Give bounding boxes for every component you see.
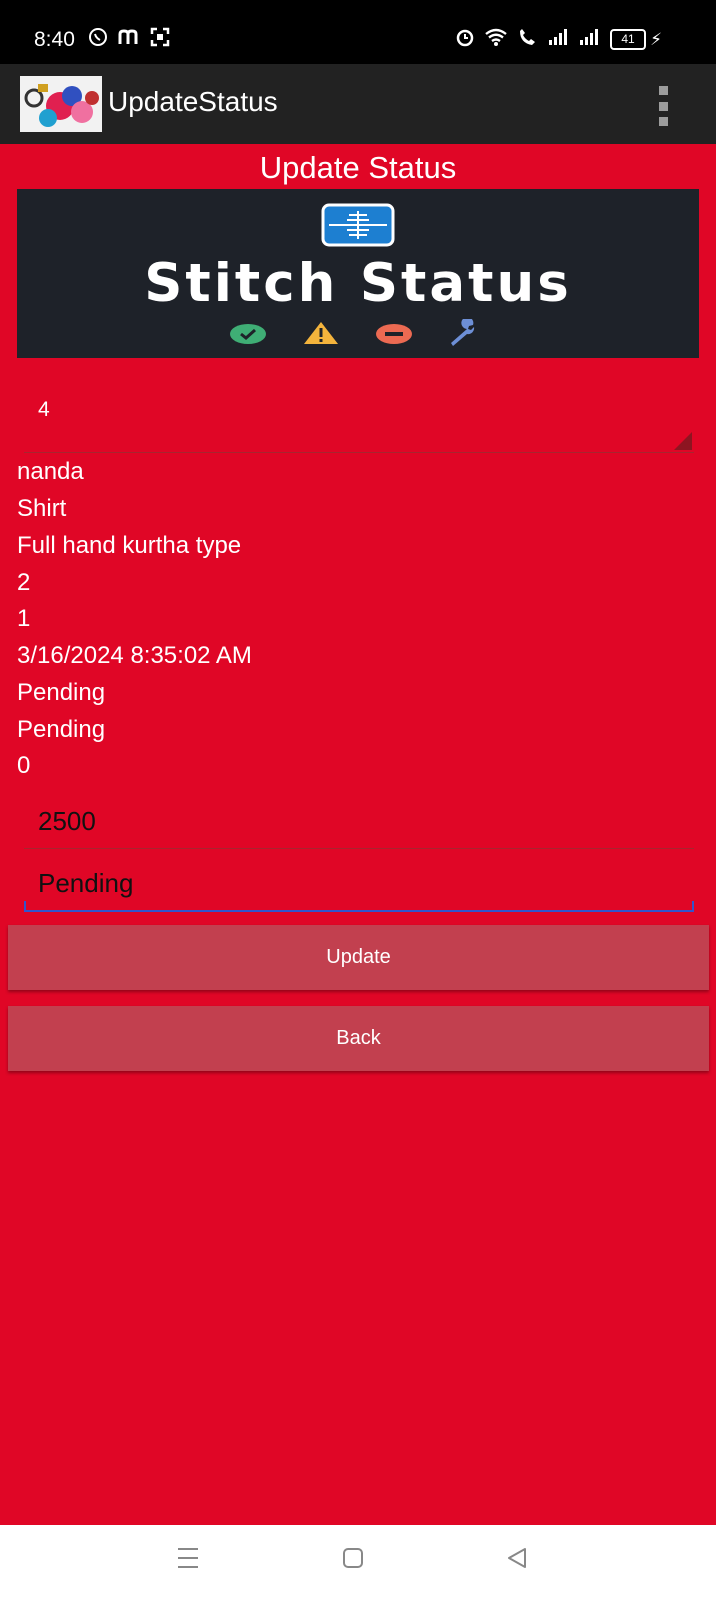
- back-button[interactable]: Back: [8, 1006, 709, 1071]
- banner-title: Stitch Status: [144, 253, 572, 314]
- check-icon: [230, 324, 266, 344]
- banner-document-icon: [321, 203, 395, 247]
- m-app-icon: [118, 27, 140, 52]
- app-title: UpdateStatus: [108, 86, 278, 117]
- wrench-icon: [451, 319, 475, 346]
- wifi-icon: [484, 27, 508, 52]
- update-button[interactable]: Update: [8, 925, 709, 990]
- page-title: Update Status: [259, 150, 457, 185]
- status-text: Pending: [17, 679, 106, 706]
- order-spinner[interactable]: 4: [24, 380, 694, 453]
- stitch-status-banner: Stitch Status: [17, 189, 699, 358]
- call-icon: [517, 27, 539, 52]
- spinner-selected-value: 4: [38, 398, 50, 421]
- scan-icon: [150, 27, 170, 52]
- charging-icon: ⚡: [650, 29, 662, 49]
- garment-type-text: Shirt: [17, 495, 67, 522]
- signal-icon-2: [579, 28, 601, 51]
- signal-icon-1: [548, 28, 570, 51]
- battery-icon: 41: [610, 29, 647, 50]
- detail-value-text: 2: [17, 569, 31, 596]
- alarm-icon: [455, 27, 475, 52]
- status-bar: 8:40 41 ⚡: [0, 0, 716, 64]
- app-bar: UpdateStatus: [0, 64, 716, 144]
- status-text: Pending: [17, 716, 106, 743]
- back-nav-icon[interactable]: [505, 1545, 529, 1571]
- app-logo: [20, 76, 102, 132]
- detail-value-text: 1: [17, 605, 31, 632]
- detail-value-text: 0: [17, 752, 31, 779]
- dropdown-arrow-icon: [674, 432, 692, 450]
- amount-input[interactable]: 2500: [24, 798, 694, 849]
- warning-icon: [304, 322, 338, 344]
- recent-apps-icon[interactable]: [176, 1545, 200, 1571]
- home-icon[interactable]: [341, 1545, 365, 1571]
- minus-icon: [376, 324, 412, 344]
- status-time: 8:40: [34, 28, 75, 51]
- overflow-menu-icon[interactable]: [656, 86, 670, 126]
- status-input-value: Pending: [38, 868, 134, 898]
- focus-underline-right: [692, 901, 694, 910]
- customer-name-text: nanda: [17, 458, 84, 485]
- garment-style-text: Full hand kurtha type: [17, 532, 242, 559]
- amount-input-value: 2500: [38, 806, 96, 836]
- order-date-text: 3/16/2024 8:35:02 AM: [17, 642, 252, 669]
- status-input[interactable]: Pending: [24, 860, 694, 912]
- whatsapp-icon: [88, 27, 108, 52]
- system-nav-bar: [0, 1525, 716, 1600]
- focus-underline-left: [24, 901, 26, 910]
